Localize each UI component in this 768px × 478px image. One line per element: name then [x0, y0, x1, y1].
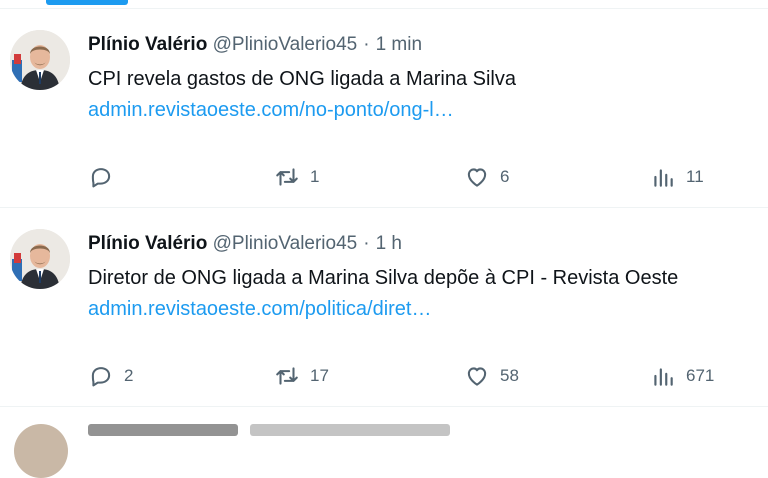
avatar-portrait [10, 30, 70, 90]
heart-icon [464, 164, 490, 190]
tweet-actions: 1 6 11 [0, 162, 768, 192]
partial-tweet-header [88, 424, 238, 436]
author-name[interactable]: Plínio Valério [88, 34, 207, 55]
partial-tweet-handle [250, 424, 450, 436]
avatar-portrait [10, 229, 70, 289]
divider [0, 8, 768, 9]
avatar[interactable] [10, 229, 70, 289]
separator-dot: · [363, 233, 370, 254]
views-button[interactable]: 671 [650, 361, 714, 391]
retweet-count: 17 [310, 366, 329, 385]
avatar[interactable] [14, 424, 68, 478]
views-icon [650, 164, 676, 190]
tweet-header: Plínio Valério @PlinioValerio45 · 1 min [88, 33, 422, 57]
views-count: 11 [686, 167, 704, 186]
reply-button[interactable]: 2 [88, 361, 133, 391]
timestamp[interactable]: 1 h [376, 233, 402, 254]
tweet-text: CPI revela gastos de ONG ligada a Marina… [88, 68, 516, 90]
views-button[interactable]: 11 [650, 162, 704, 192]
divider [0, 406, 768, 407]
tweet-link[interactable]: admin.revistaoeste.com/politica/diret… [88, 296, 431, 322]
author-name[interactable]: Plínio Valério [88, 233, 207, 254]
retweet-count: 1 [310, 167, 320, 186]
divider [0, 207, 768, 208]
tweet-link[interactable]: admin.revistaoeste.com/no-ponto/ong-l… [88, 97, 454, 123]
like-button[interactable]: 58 [464, 361, 519, 391]
tweet-header: Plínio Valério @PlinioValerio45 · 1 h [88, 232, 402, 256]
active-tab-indicator [46, 0, 128, 5]
retweet-button[interactable]: 1 [274, 162, 319, 192]
heart-icon [464, 363, 490, 389]
tweet[interactable]: Plínio Valério @PlinioValerio45 · 1 min CP… [0, 10, 768, 208]
reply-button[interactable] [88, 162, 124, 192]
reply-count: 2 [124, 366, 134, 385]
like-button[interactable]: 6 [464, 162, 509, 192]
like-count: 6 [500, 167, 510, 186]
views-count: 671 [686, 366, 715, 385]
views-icon [650, 363, 676, 389]
reply-icon [88, 363, 114, 389]
retweet-icon [274, 363, 300, 389]
separator-dot: · [363, 34, 370, 55]
tweet-text: Diretor de ONG ligada a Marina Silva dep… [88, 267, 679, 289]
timestamp[interactable]: 1 min [376, 34, 422, 55]
tweet-actions: 2 17 58 671 [0, 361, 768, 391]
retweet-button[interactable]: 17 [274, 361, 329, 391]
author-handle[interactable]: @PlinioValerio45 [213, 34, 358, 55]
tweet[interactable]: Plínio Valério @PlinioValerio45 · 1 h Dire… [0, 209, 768, 407]
avatar[interactable] [10, 30, 70, 90]
author-handle[interactable]: @PlinioValerio45 [213, 233, 358, 254]
reply-icon [88, 164, 114, 190]
like-count: 58 [500, 366, 519, 385]
retweet-icon [274, 164, 300, 190]
